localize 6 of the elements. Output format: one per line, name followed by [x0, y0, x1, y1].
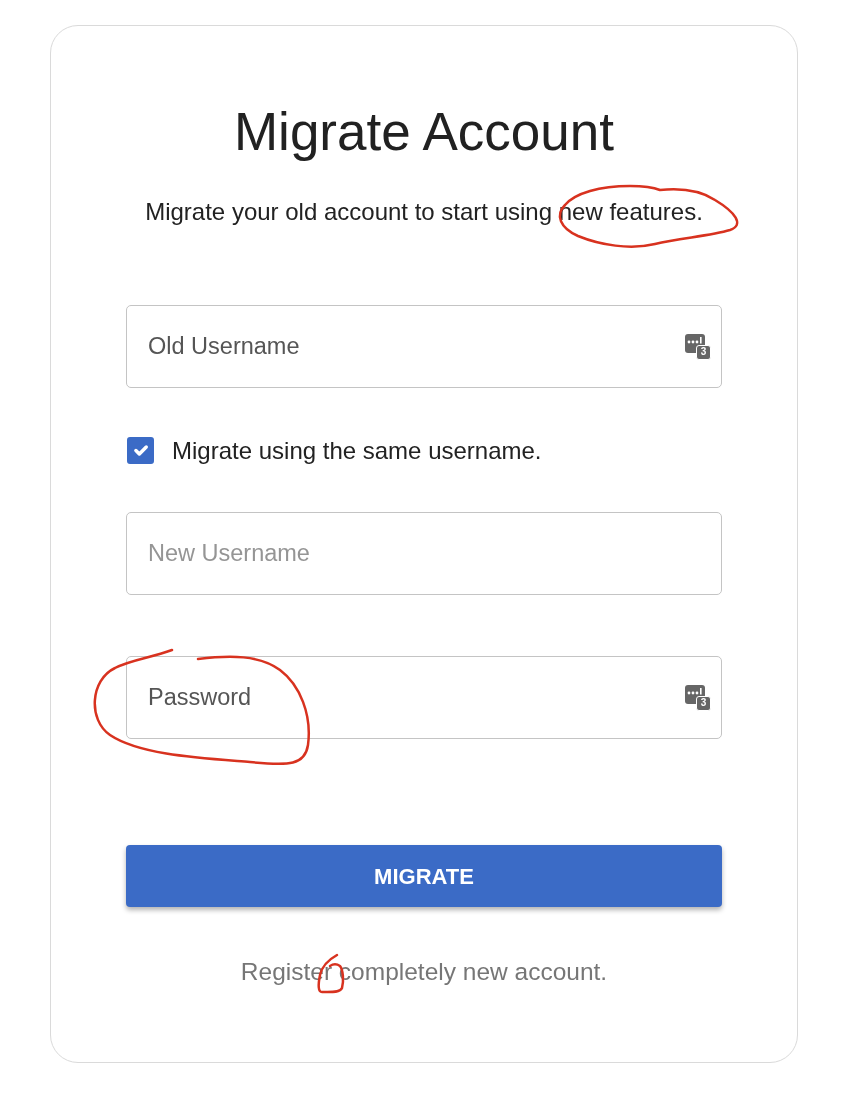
- checkbox[interactable]: [127, 437, 154, 464]
- count-badge: 3: [696, 696, 711, 711]
- submit-button[interactable]: MIGRATE: [126, 845, 722, 907]
- count-badge: 3: [696, 345, 711, 360]
- checkbox-label: Migrate using the same username.: [172, 436, 542, 465]
- page-title: Migrate Account: [232, 103, 615, 161]
